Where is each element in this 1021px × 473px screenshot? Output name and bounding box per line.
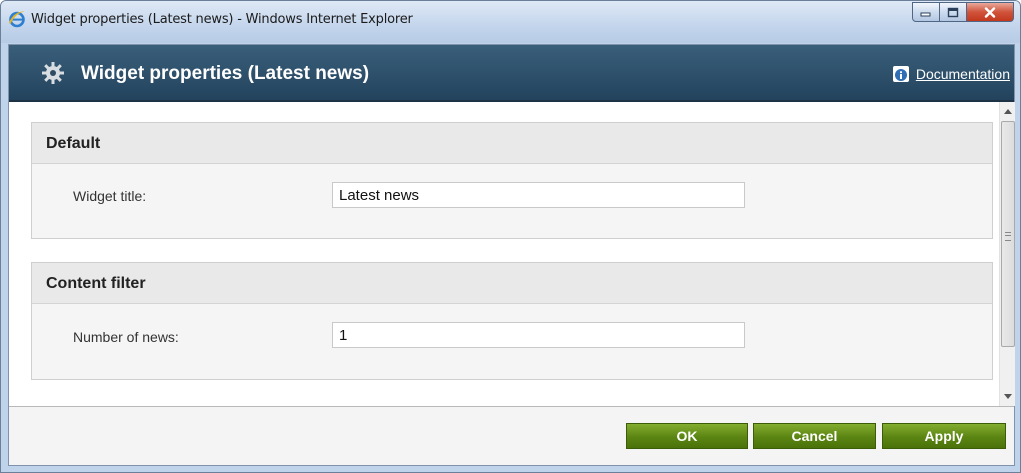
title-bar[interactable]: Widget properties (Latest news) - Window…	[1, 1, 1020, 43]
browser-window: Widget properties (Latest news) - Window…	[0, 0, 1021, 473]
dialog-footer: OK Cancel Apply	[9, 406, 1014, 465]
documentation-link[interactable]: Documentation	[892, 65, 1010, 83]
widget-title-input[interactable]	[332, 182, 745, 208]
widget-title-label: Widget title:	[73, 188, 147, 204]
close-icon	[984, 6, 996, 18]
section-header: Default	[32, 123, 992, 164]
window-controls	[912, 2, 1014, 24]
scroll-down-icon	[1004, 393, 1012, 399]
close-button[interactable]	[967, 2, 1014, 22]
scroll-thumb[interactable]	[1001, 121, 1015, 347]
info-icon	[892, 66, 909, 82]
section-title: Content filter	[46, 275, 146, 292]
section-header: Content filter	[32, 263, 992, 304]
maximize-icon	[947, 7, 959, 17]
scroll-grip-icon	[1005, 232, 1011, 241]
window-title: Widget properties (Latest news) - Window…	[31, 12, 413, 27]
minimize-icon	[920, 12, 931, 17]
dialog-header: Widget properties (Latest news) Document…	[9, 45, 1014, 102]
minimize-button[interactable]	[912, 2, 940, 22]
page-title: Widget properties (Latest news)	[81, 63, 370, 84]
section-default: Default Widget title:	[31, 122, 993, 239]
number-of-news-input[interactable]	[332, 322, 745, 348]
dialog-client-area: Widget properties (Latest news) Document…	[8, 44, 1015, 466]
apply-button[interactable]: Apply	[882, 423, 1006, 449]
cancel-button[interactable]: Cancel	[753, 423, 876, 449]
scroll-up-icon	[1004, 108, 1012, 114]
documentation-label: Documentation	[915, 66, 1010, 82]
gear-icon	[42, 62, 64, 84]
scroll-up-button[interactable]	[1000, 103, 1016, 119]
section-content-filter: Content filter Number of news:	[31, 262, 993, 380]
section-title: Default	[46, 135, 101, 152]
scroll-down-button[interactable]	[1000, 388, 1016, 404]
number-of-news-label: Number of news:	[73, 329, 179, 345]
ok-button[interactable]: OK	[626, 423, 748, 449]
properties-content: Default Widget title: Content filter Num…	[9, 102, 999, 406]
ie-icon	[9, 11, 25, 28]
maximize-button[interactable]	[940, 2, 967, 22]
vertical-scrollbar[interactable]	[999, 102, 1015, 406]
